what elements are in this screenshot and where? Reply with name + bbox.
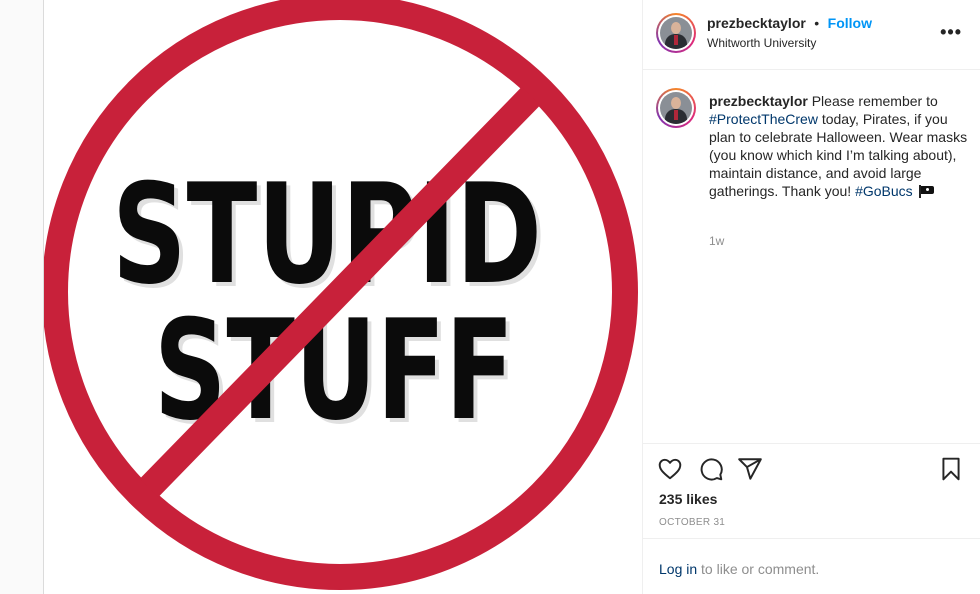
likes-number: 235: [659, 491, 683, 507]
caption-text: prezbecktaylor Please remember to #Prote…: [709, 92, 969, 200]
share-icon[interactable]: [737, 456, 765, 484]
bookmark-icon[interactable]: [938, 456, 966, 484]
post-date[interactable]: OCTOBER 31: [659, 517, 725, 528]
login-bar: Log in to like or comment.: [643, 538, 980, 594]
no-stupid-stuff-graphic: STUPID STUFF STUPID STUFF: [44, 0, 642, 594]
more-horizontal-icon[interactable]: •••: [940, 22, 962, 43]
login-prompt-rest: to like or comment.: [697, 561, 820, 577]
caption-username[interactable]: prezbecktaylor: [709, 93, 808, 109]
follow-button[interactable]: Follow: [828, 15, 872, 31]
left-gutter: [0, 0, 44, 594]
post-header: prezbecktaylor • Follow Whitworth Univer…: [643, 0, 980, 70]
caption-text-1: Please remember to: [807, 93, 938, 109]
post-image[interactable]: STUPID STUFF STUPID STUFF: [44, 0, 642, 594]
likes-suffix: likes: [682, 491, 718, 507]
post-location[interactable]: Whitworth University: [707, 36, 872, 50]
author-avatar[interactable]: [656, 13, 696, 53]
login-link[interactable]: Log in: [659, 561, 697, 577]
login-prompt: Log in to like or comment.: [659, 561, 819, 577]
pirate-flag-icon: [918, 185, 934, 198]
likes-count[interactable]: 235 likes: [659, 491, 717, 507]
caption-avatar[interactable]: [656, 88, 696, 128]
heart-icon[interactable]: [657, 456, 685, 484]
hashtag-go-bucs[interactable]: #GoBucs: [855, 183, 913, 199]
header-username[interactable]: prezbecktaylor: [707, 15, 806, 31]
hashtag-protect-the-crew[interactable]: #ProtectTheCrew: [709, 111, 818, 127]
header-separator: •: [814, 15, 820, 31]
caption-area: prezbecktaylor Please remember to #Prote…: [643, 70, 980, 444]
action-bar: [643, 452, 980, 488]
header-names: prezbecktaylor • Follow Whitworth Univer…: [707, 15, 872, 50]
post-sidebar: prezbecktaylor • Follow Whitworth Univer…: [642, 0, 980, 594]
caption-time-ago[interactable]: 1w: [709, 234, 724, 248]
comment-icon[interactable]: [698, 456, 726, 484]
